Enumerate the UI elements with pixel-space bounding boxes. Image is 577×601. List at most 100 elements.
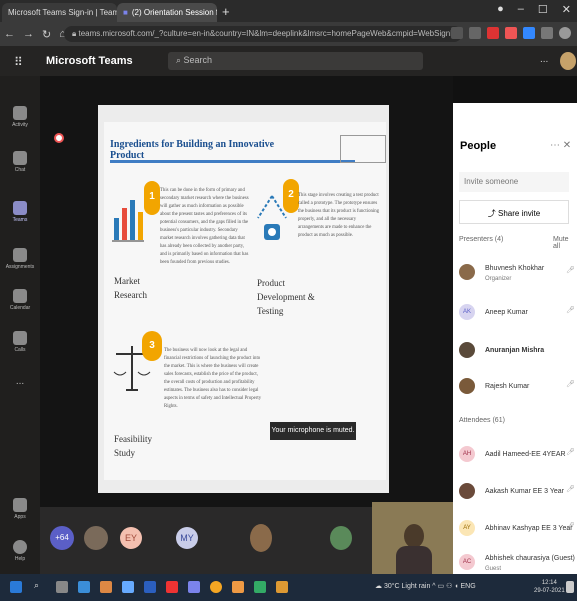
app-icon[interactable] — [144, 581, 156, 593]
app-icon[interactable] — [78, 581, 90, 593]
self-video-tile[interactable] — [372, 502, 453, 574]
tab-label: Microsoft Teams Sign-in | Teams — [8, 8, 117, 17]
participant-avatar[interactable] — [330, 526, 352, 550]
participant-row[interactable]: AH Aadil Hameed-EE 4YEAR 🎤︎ — [459, 444, 577, 474]
app-icon[interactable] — [166, 581, 178, 593]
app-icon[interactable] — [254, 581, 266, 593]
tab-label: (2) Orientation Session for E — [131, 8, 217, 17]
puzzle-icon[interactable] — [541, 27, 553, 39]
task-view-icon[interactable] — [56, 581, 68, 593]
invite-input[interactable]: Invite someone — [459, 172, 569, 192]
participant-row[interactable]: Aakash Kumar EE 3 Year 🎤︎ — [459, 481, 577, 511]
clock[interactable]: 12:14 29-07-2021 — [534, 579, 565, 595]
url-field[interactable]: 🔒︎ teams.microsoft.com/_?culture=en-in&c… — [64, 26, 462, 42]
rail-help[interactable]: Help — [0, 540, 40, 562]
star-icon[interactable] — [469, 27, 481, 39]
participant-avatar[interactable] — [84, 526, 108, 550]
reload-icon[interactable]: ↻ — [38, 28, 55, 41]
more-options-icon[interactable]: ... — [540, 54, 548, 65]
app-icon[interactable] — [276, 581, 288, 593]
slide-decoration — [340, 135, 386, 163]
extension-icon[interactable] — [505, 27, 517, 39]
participant-avatar[interactable]: MY — [176, 527, 198, 549]
rail-label: Chat — [14, 167, 26, 173]
rail-label: Assignments — [5, 264, 35, 270]
profile-icon[interactable]: ● — [497, 3, 504, 16]
participant-name: Aadil Hameed-EE 4YEAR — [485, 451, 566, 458]
windows-start-icon[interactable] — [10, 581, 22, 593]
participant-row[interactable]: AK Aneep Kumar 🎤︎ — [459, 302, 577, 332]
profile-avatar-icon[interactable] — [559, 27, 571, 39]
close-window-icon[interactable]: ✕ — [562, 3, 571, 16]
participant-row[interactable]: Rajesh Kumar 🎤︎ — [459, 376, 577, 406]
slide-body-text: This stage involves creating a test prod… — [298, 193, 380, 238]
rail-label: Apps — [14, 514, 26, 520]
back-icon[interactable]: ← — [0, 28, 19, 40]
minimize-icon[interactable]: – — [518, 3, 524, 16]
rail-label: Calls — [14, 347, 26, 353]
window-controls: ● – ☐ ✕ — [497, 3, 571, 16]
mute-all-button[interactable]: Mute all — [553, 236, 577, 250]
participant-avatar[interactable] — [250, 524, 272, 552]
search-input[interactable]: ⌕ Search — [168, 52, 423, 70]
participant-name: Rajesh Kumar — [485, 383, 530, 390]
participant-name: Bhuvnesh Khokhar — [485, 265, 545, 272]
rail-label: Activity — [12, 122, 28, 128]
help-icon — [13, 540, 27, 554]
avatar: AH — [459, 446, 475, 462]
app-icon[interactable] — [122, 581, 134, 593]
avatar — [459, 342, 475, 358]
app-launcher-icon[interactable]: ⠿ — [14, 55, 23, 69]
app-icon[interactable] — [100, 581, 112, 593]
participant-role: Organizer — [485, 276, 512, 282]
rail-chat[interactable]: Chat — [0, 151, 40, 173]
rail-apps[interactable]: Apps — [0, 498, 40, 520]
overflow-participants-button[interactable]: +64 — [50, 526, 74, 550]
cast-icon[interactable] — [451, 27, 463, 39]
teams-taskbar-icon[interactable] — [188, 581, 200, 593]
attendees-header[interactable]: Attendees (61) — [459, 417, 505, 424]
user-avatar[interactable] — [560, 52, 576, 70]
mic-muted-icon: 🎤︎ — [566, 486, 575, 493]
avatar — [459, 378, 475, 394]
presenters-header[interactable]: Presenters (4) — [459, 236, 503, 243]
rail-activity[interactable]: Activity — [0, 106, 40, 128]
mic-muted-toast: Your microphone is muted. — [270, 422, 356, 440]
step-badge: 1 — [144, 181, 160, 215]
new-tab-button[interactable]: + — [222, 4, 230, 19]
rail-calls[interactable]: Calls — [0, 331, 40, 353]
participant-row[interactable]: Bhuvnesh Khokhar Organizer 🎤︎ — [459, 262, 577, 292]
step-badge: 3 — [142, 331, 162, 361]
weather-text[interactable]: 30°C Light rain — [384, 583, 430, 590]
windows-taskbar: ⌕ ☁ 30°C Light rain ^ ▭ ⚇ ◖ ENG 12:14 29… — [0, 574, 577, 601]
rail-label: ... — [15, 376, 25, 387]
bell-icon — [13, 106, 27, 120]
browser-tab-active[interactable]: ■ (2) Orientation Session for E ● ✕ — [117, 3, 217, 22]
rail-calendar[interactable]: Calendar — [0, 289, 40, 311]
participant-row[interactable]: AY Abhinav Kashyap EE 3 Year 🎤︎ — [459, 518, 577, 548]
language-indicator[interactable]: ENG — [460, 583, 475, 590]
extension-icon[interactable] — [487, 27, 499, 39]
rail-label: Teams — [12, 217, 28, 223]
maximize-icon[interactable]: ☐ — [538, 3, 548, 16]
extension-icon[interactable] — [523, 27, 535, 39]
chrome-icon[interactable] — [210, 581, 222, 593]
mic-muted-icon: 🎤︎ — [566, 381, 575, 388]
tray-icons[interactable]: ^ ▭ ⚇ ◖ — [432, 583, 460, 590]
search-icon[interactable]: ⌕ — [34, 580, 46, 592]
rail-assignments[interactable]: Assignments — [0, 248, 40, 270]
participant-name: Abhishek chaurasiya (Guest) — [485, 555, 575, 562]
participant-avatar[interactable]: EY — [120, 527, 142, 549]
rail-teams[interactable]: Teams — [0, 201, 40, 223]
forward-icon[interactable]: → — [19, 28, 38, 40]
avatar — [459, 264, 475, 280]
address-bar-row: ← → ↻ ⌂ 🔒︎ teams.microsoft.com/_?culture… — [0, 22, 577, 46]
rail-more[interactable]: ... — [0, 376, 40, 387]
panel-title: People — [460, 140, 497, 152]
browser-tab[interactable]: Microsoft Teams Sign-in | Teams ✕ — [2, 3, 117, 22]
close-panel-icon[interactable]: ⋯ ✕ — [550, 140, 571, 151]
app-icon[interactable] — [232, 581, 244, 593]
notification-icon[interactable] — [566, 581, 574, 593]
share-invite-button[interactable]: ⤴ Share invite — [459, 200, 569, 224]
participant-row[interactable]: Anuranjan Mishra — [459, 340, 577, 370]
